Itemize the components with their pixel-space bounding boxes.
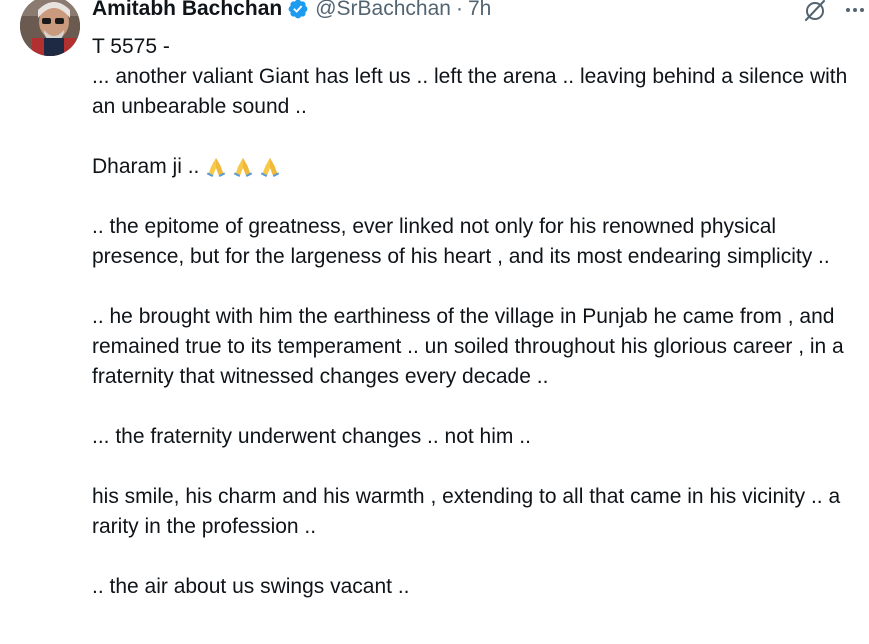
verified-badge-icon [288,0,308,19]
tweet-paragraph: .. the air about us swings vacant .. [92,575,410,598]
tweet-id-line: T 5575 - [92,35,170,58]
separator-dot: · [455,0,463,20]
dharam-text: Dharam ji .. [92,155,200,178]
tweet-text: T 5575 - ... another valiant Giant has l… [92,32,866,602]
author-handle[interactable]: @SrBachchan [315,0,451,21]
tweet-paragraph: ... another valiant Giant has left us ..… [92,65,848,118]
timestamp[interactable]: 7h [468,0,491,21]
tweet-header: Amitabh Bachchan @SrBachchan · 7h [92,0,491,24]
avatar-image [20,0,80,56]
folded-hands-emoji-icon [234,157,253,177]
folded-hands-emoji-icon [207,157,226,177]
folded-hands-emoji-icon [261,157,280,177]
avatar[interactable] [20,0,80,56]
tweet-paragraph: .. the epitome of greatness, ever linked… [92,215,830,268]
grok-icon[interactable] [803,0,827,22]
tweet-paragraph: .. he brought with him the earthiness of… [92,305,844,388]
tweet-paragraph: ... the fraternity underwent changes .. … [92,425,531,448]
more-icon[interactable] [843,0,867,22]
author-name[interactable]: Amitabh Bachchan [92,0,282,21]
tweet-paragraph: his smile, his charm and his warmth , ex… [92,485,841,538]
tweet-paragraph-dharam: Dharam ji .. [92,152,866,182]
